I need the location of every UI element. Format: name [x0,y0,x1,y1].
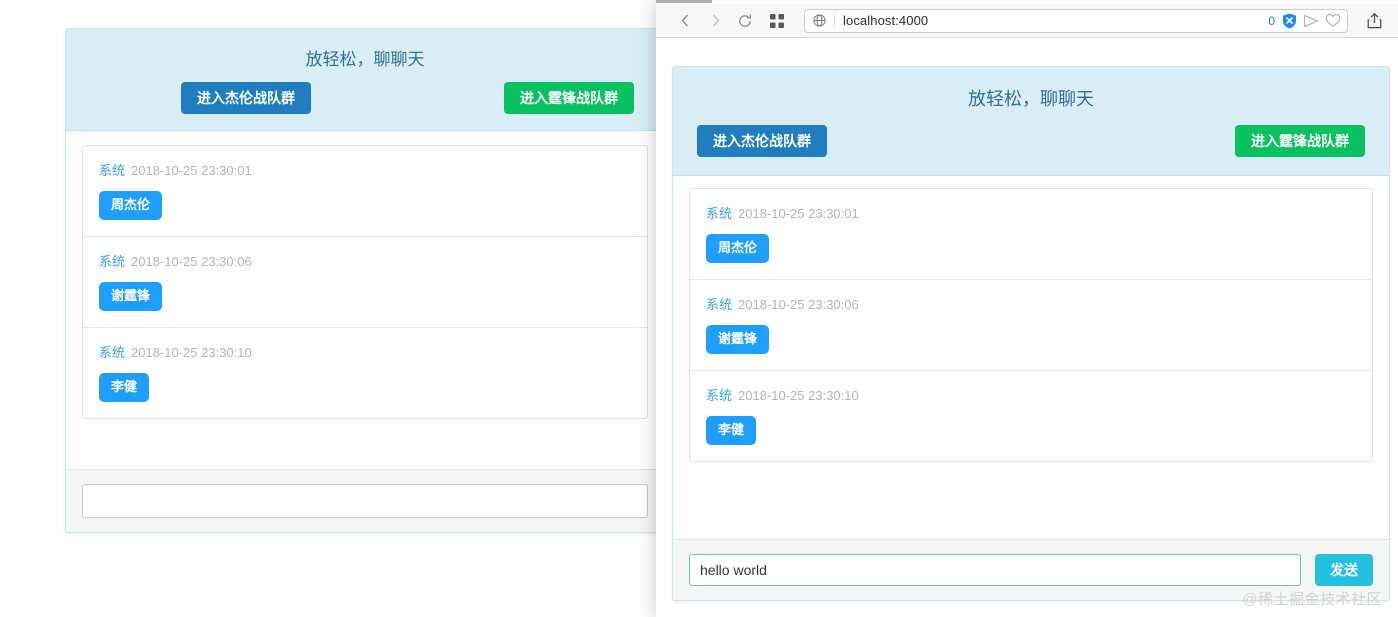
blocked-count-label: 0 [1268,13,1275,28]
message-time: 2018-10-25 23:30:01 [738,206,859,221]
message-sender: 系统 [706,387,733,403]
background-chat-title: 放轻松，聊聊天 [305,50,425,69]
message-bubble: 谢霆锋 [706,324,770,354]
forward-button[interactable] [700,8,730,34]
globe-icon [813,14,826,27]
background-message-list[interactable]: 系统 2018-10-25 23:30:01 周杰伦 系统 2018-10-25 2… [82,145,648,419]
table-row: 系统 2018-10-25 23:30:06 谢霆锋 [83,237,647,328]
background-join-tingfeng-button[interactable]: 进入霆锋战队群 [504,82,634,114]
message-meta: 系统 2018-10-25 23:30:01 [706,203,1356,222]
table-row: 系统 2018-10-25 23:30:01 周杰伦 [690,189,1372,280]
background-message-input[interactable] [82,484,648,518]
message-bubble: 李健 [706,415,757,445]
reload-button[interactable] [730,8,760,34]
address-bar-divider [834,13,835,28]
background-message-time: 2018-10-25 23:30:10 [131,344,252,360]
background-message-sender: 系统 [99,253,126,269]
shield-block-icon[interactable] [1282,13,1297,29]
background-join-jielun-button[interactable]: 进入杰伦战队群 [181,82,311,114]
background-chat-panel: 放轻松，聊聊天 进入杰伦战队群 进入霆锋战队群 系统 2018-10-25 23:… [65,28,665,533]
page-viewport: 放轻松，聊聊天 进入杰伦战队群 进入霆锋战队群 系统 2018-10-25 23:… [656,38,1398,617]
message-time: 2018-10-25 23:30:10 [738,387,859,403]
join-button-row: 进入杰伦战队群 进入霆锋战队群 [673,111,1389,175]
background-message-bubble: 周杰伦 [99,191,163,220]
background-message-meta: 系统 2018-10-25 23:30:06 [99,251,631,270]
background-join-button-row: 进入杰伦战队群 进入霆锋战队群 [66,70,664,130]
grid-apps-icon [770,13,784,28]
message-meta: 系统 2018-10-25 23:30:06 [706,294,1356,313]
message-input[interactable] [689,554,1301,586]
chat-panel: 放轻松，聊聊天 进入杰伦战队群 进入霆锋战队群 系统 2018-10-25 23:… [672,66,1390,601]
page-title: 放轻松，聊聊天 [968,89,1094,109]
share-upload-icon [1367,12,1381,29]
message-sender: 系统 [706,296,733,312]
watermark: @稀土掘金技术社区 [1242,591,1382,608]
share-button[interactable] [1360,8,1388,34]
reload-icon [739,14,752,27]
message-list[interactable]: 系统 2018-10-25 23:30:01 周杰伦 系统 2018-10-25 2… [689,188,1373,462]
heart-icon[interactable] [1325,13,1341,28]
background-message-sender: 系统 [99,344,126,360]
paper-plane-icon[interactable] [1303,14,1319,28]
chevron-right-icon [712,14,719,27]
browser-window: localhost:4000 0 放轻松，聊聊天 进入杰伦战队群 进入霆锋战队群… [656,0,1398,617]
background-message-bubble: 李健 [99,372,150,402]
browser-toolbar: localhost:4000 0 [656,4,1398,38]
background-chat-header: 放轻松，聊聊天 进入杰伦战队群 进入霆锋战队群 [66,29,664,131]
chat-header: 放轻松，聊聊天 进入杰伦战队群 进入霆锋战队群 [673,67,1389,176]
url-text[interactable]: localhost:4000 [843,13,1268,28]
table-row: 系统 2018-10-25 23:30:06 谢霆锋 [690,280,1372,371]
join-jielun-button[interactable]: 进入杰伦战队群 [697,125,827,157]
background-message-time: 2018-10-25 23:30:01 [131,163,252,178]
address-bar-actions: 0 [1268,13,1341,29]
back-button[interactable] [670,8,700,34]
send-button[interactable]: 发送 [1315,554,1373,586]
message-time: 2018-10-25 23:30:06 [738,296,859,312]
message-bubble: 周杰伦 [706,234,770,263]
join-tingfeng-button[interactable]: 进入霆锋战队群 [1235,125,1365,157]
background-message-bubble: 谢霆锋 [99,281,163,311]
screen: 放轻松，聊聊天 进入杰伦战队群 进入霆锋战队群 系统 2018-10-25 23:… [0,0,1398,617]
background-window: 放轻松，聊聊天 进入杰伦战队群 进入霆锋战队群 系统 2018-10-25 23:… [0,0,700,617]
apps-grid-button[interactable] [760,8,794,34]
active-tab-edge[interactable] [656,0,712,3]
message-meta: 系统 2018-10-25 23:30:10 [706,385,1356,404]
chevron-left-icon [681,14,688,27]
tab-strip [656,0,1398,4]
background-message-meta: 系统 2018-10-25 23:30:01 [99,160,631,179]
background-message-time: 2018-10-25 23:30:06 [131,253,252,269]
address-bar[interactable]: localhost:4000 0 [804,8,1348,33]
table-row: 系统 2018-10-25 23:30:01 周杰伦 [83,146,647,237]
background-composer [66,469,664,532]
message-sender: 系统 [706,206,733,221]
table-row: 系统 2018-10-25 23:30:10 李健 [83,328,647,418]
background-message-meta: 系统 2018-10-25 23:30:10 [99,342,631,361]
table-row: 系统 2018-10-25 23:30:10 李健 [690,371,1372,461]
background-message-sender: 系统 [99,163,126,178]
